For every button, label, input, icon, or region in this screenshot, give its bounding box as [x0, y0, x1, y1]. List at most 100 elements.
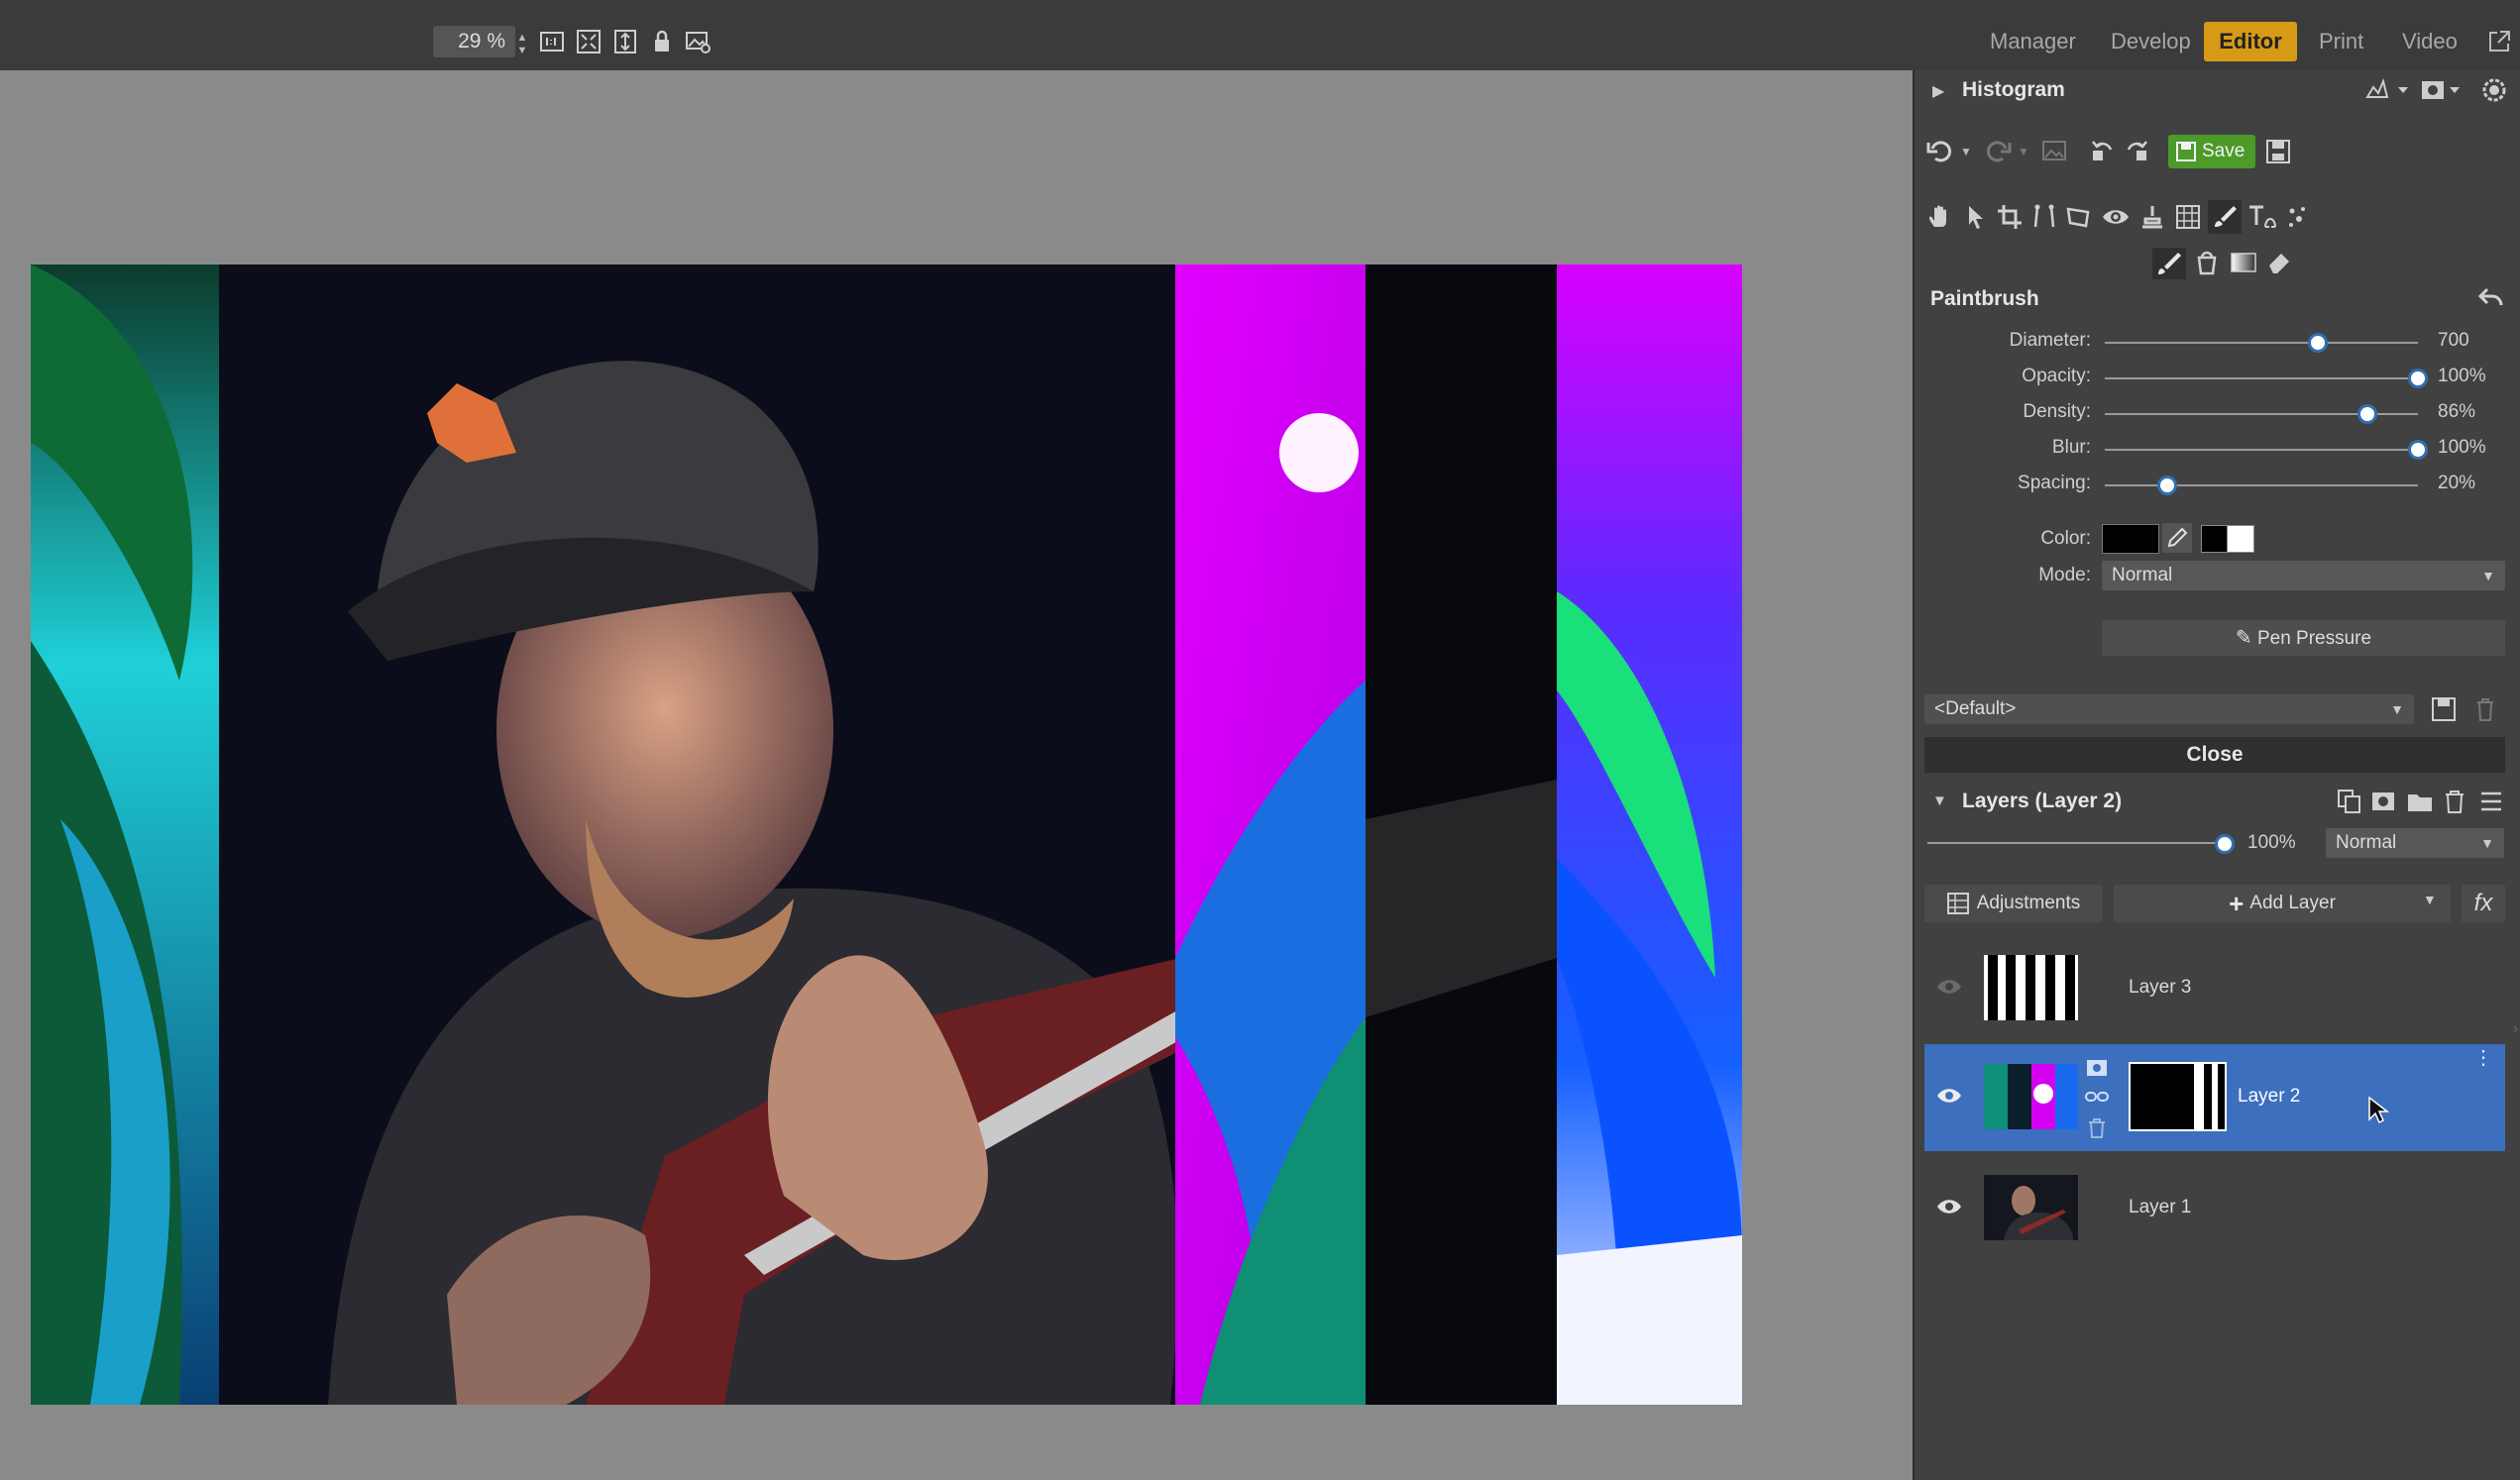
redo-dropdown-icon[interactable]: ▼ [2018, 145, 2029, 159]
open-external-icon[interactable] [2485, 28, 2513, 55]
slider-knob[interactable] [2408, 440, 2428, 460]
layer-options-kebab-icon[interactable]: ⋮ [2473, 1048, 2493, 1068]
eraser-tool-icon[interactable] [2265, 248, 2293, 277]
text-tool-icon[interactable] [2247, 203, 2277, 231]
settings-gear-icon[interactable] [2481, 77, 2507, 103]
slider-track[interactable] [2105, 484, 2418, 486]
actual-size-icon[interactable] [536, 26, 568, 57]
layer-3-name: Layer 3 [2129, 977, 2192, 998]
chevron-down-icon: ▼ [2480, 835, 2494, 851]
gradient-tool-icon[interactable] [2230, 248, 2257, 277]
layers-title: Layers (Layer 2) [1962, 790, 2123, 812]
save-as-icon[interactable] [2265, 139, 2291, 164]
clone-stamp-icon[interactable] [2138, 203, 2166, 231]
straighten-tool-icon[interactable] [2031, 203, 2057, 231]
layer-row-1[interactable]: Layer 1 [1924, 1155, 2505, 1258]
layer-2-mask-thumbnail[interactable] [2129, 1062, 2227, 1131]
visibility-eye-icon[interactable] [1936, 1197, 1962, 1216]
collapse-layers-icon[interactable]: ▼ [1932, 793, 1947, 809]
slider-track[interactable] [2105, 449, 2418, 451]
color-swatch[interactable] [2102, 524, 2159, 554]
preset-dropdown[interactable]: <Default> ▼ [1924, 694, 2414, 724]
close-button[interactable]: Close [1924, 737, 2505, 773]
duplicate-layer-icon[interactable] [2337, 789, 2362, 814]
undo-dropdown-icon[interactable]: ▼ [1960, 145, 1972, 159]
adjustments-button[interactable]: Adjustments [1924, 885, 2103, 922]
slider-track[interactable] [2105, 377, 2418, 379]
tab-develop[interactable]: Develop [2111, 22, 2191, 61]
hand-tool-icon[interactable] [1926, 203, 1954, 231]
preview-mode-icon[interactable] [2420, 77, 2464, 103]
panel-collapse-arrow-icon[interactable]: › [2513, 1020, 2518, 1038]
expand-histogram-icon[interactable]: ▶ [1932, 81, 1946, 100]
save-button[interactable]: Save [2168, 135, 2255, 168]
fx-button[interactable]: fx [2462, 885, 2505, 922]
crop-tool-icon[interactable] [1996, 203, 2024, 231]
tab-print[interactable]: Print [2319, 22, 2363, 61]
histogram-options-icon[interactable] [2364, 77, 2412, 103]
save-preset-icon[interactable] [2431, 696, 2457, 722]
slider-knob[interactable] [2307, 333, 2328, 353]
slider-value: 100% [2438, 437, 2486, 458]
tab-manager[interactable]: Manager [1990, 22, 2076, 61]
pen-icon: ✎ [2235, 627, 2252, 649]
slider-knob[interactable] [2408, 369, 2428, 388]
photo-composite[interactable] [31, 264, 1742, 1405]
background-color-swatch[interactable] [2227, 525, 2254, 553]
zoom-input[interactable]: 29 % [433, 26, 515, 57]
pen-pressure-button[interactable]: ✎ Pen Pressure [2102, 620, 2505, 656]
layer-1-thumbnail [1984, 1175, 2078, 1240]
delete-preset-icon[interactable] [2473, 696, 2497, 722]
layer-row-3[interactable]: Layer 3 [1924, 937, 2505, 1040]
fit-to-screen-icon[interactable] [573, 26, 604, 57]
slider-value: 86% [2438, 401, 2476, 422]
add-layer-button[interactable]: + Add Layer [2114, 885, 2451, 922]
redo-icon[interactable] [1984, 137, 2012, 164]
add-layer-dropdown-icon[interactable]: ▼ [2423, 892, 2437, 907]
adjustments-label: Adjustments [1976, 893, 2081, 913]
eyedropper-icon[interactable] [2162, 523, 2192, 553]
layer-mask-icon[interactable] [2370, 789, 2396, 814]
perspective-tool-icon[interactable] [2065, 203, 2093, 231]
layer-row-2-selected[interactable]: Layer 2 ⋮ [1924, 1044, 2505, 1151]
lock-icon[interactable] [646, 26, 678, 57]
link-mask-icon[interactable] [2085, 1088, 2109, 1106]
fill-bucket-icon[interactable] [2194, 248, 2222, 277]
selection-arrow-icon[interactable] [1964, 203, 1988, 231]
mask-toggle-icon[interactable] [2085, 1058, 2109, 1078]
undo-icon[interactable] [1926, 137, 1954, 164]
layer-blend-dropdown[interactable]: Normal ▼ [2326, 828, 2504, 858]
delete-layer-icon[interactable] [2444, 789, 2465, 814]
foreground-color-swatch[interactable] [2201, 525, 2229, 553]
layer-opacity-knob[interactable] [2215, 834, 2235, 854]
effects-sparkle-icon[interactable] [2285, 203, 2311, 231]
grid-transform-icon[interactable] [2174, 203, 2202, 231]
layer-opacity-track[interactable] [1927, 842, 2225, 844]
save-disk-icon [2176, 142, 2196, 161]
rotate-right-icon[interactable] [2123, 137, 2150, 164]
visibility-eye-icon[interactable] [1936, 977, 1962, 997]
delete-mask-icon[interactable] [2087, 1117, 2107, 1139]
plus-icon: + [2229, 889, 2245, 918]
brush-tool-icon[interactable] [2208, 200, 2242, 234]
layer-3-thumbnail [1984, 955, 2078, 1020]
image-settings-icon[interactable] [682, 26, 713, 57]
slider-track[interactable] [2105, 342, 2418, 344]
reset-back-arrow-icon[interactable] [2477, 285, 2505, 309]
brush-mode-dropdown[interactable]: Normal ▼ [2102, 561, 2505, 590]
side-panel [1913, 70, 2520, 1480]
new-folder-icon[interactable] [2406, 789, 2434, 814]
zoom-down-arrow-icon[interactable]: ▼ [515, 44, 529, 57]
paintbrush-subtool-icon[interactable] [2152, 248, 2186, 279]
history-image-icon[interactable] [2041, 139, 2067, 162]
tab-editor[interactable]: Editor [2204, 22, 2297, 61]
tab-video[interactable]: Video [2402, 22, 2458, 61]
brush-mode-value: Normal [2112, 565, 2173, 585]
visibility-eye-icon[interactable] [1936, 1086, 1962, 1106]
mode-label: Mode: [2038, 565, 2091, 585]
fit-height-icon[interactable] [609, 26, 641, 57]
rotate-left-icon[interactable] [2089, 137, 2117, 164]
red-eye-tool-icon[interactable] [2101, 203, 2131, 231]
layers-menu-icon[interactable] [2479, 791, 2503, 812]
zoom-up-arrow-icon[interactable]: ▲ [515, 31, 529, 45]
